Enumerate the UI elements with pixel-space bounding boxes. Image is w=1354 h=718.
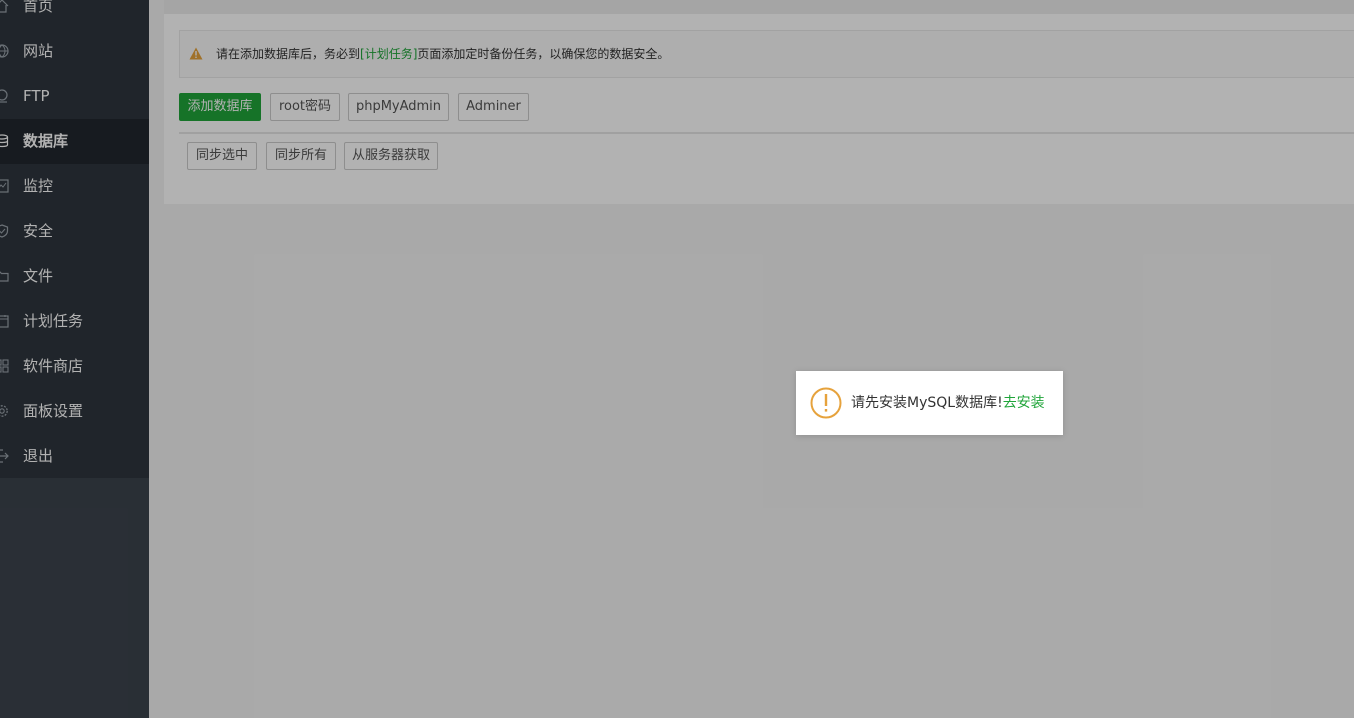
dialog-message: 请先安装MySQL数据库!去安装 [851,371,1045,435]
exclamation-circle-icon [810,387,842,419]
go-install-link[interactable]: 去安装 [1003,395,1045,411]
modal-overlay[interactable] [0,0,1354,718]
dialog-message-text: 请先安装MySQL数据库! [851,395,1003,411]
install-mysql-dialog: 请先安装MySQL数据库!去安装 [796,371,1063,435]
